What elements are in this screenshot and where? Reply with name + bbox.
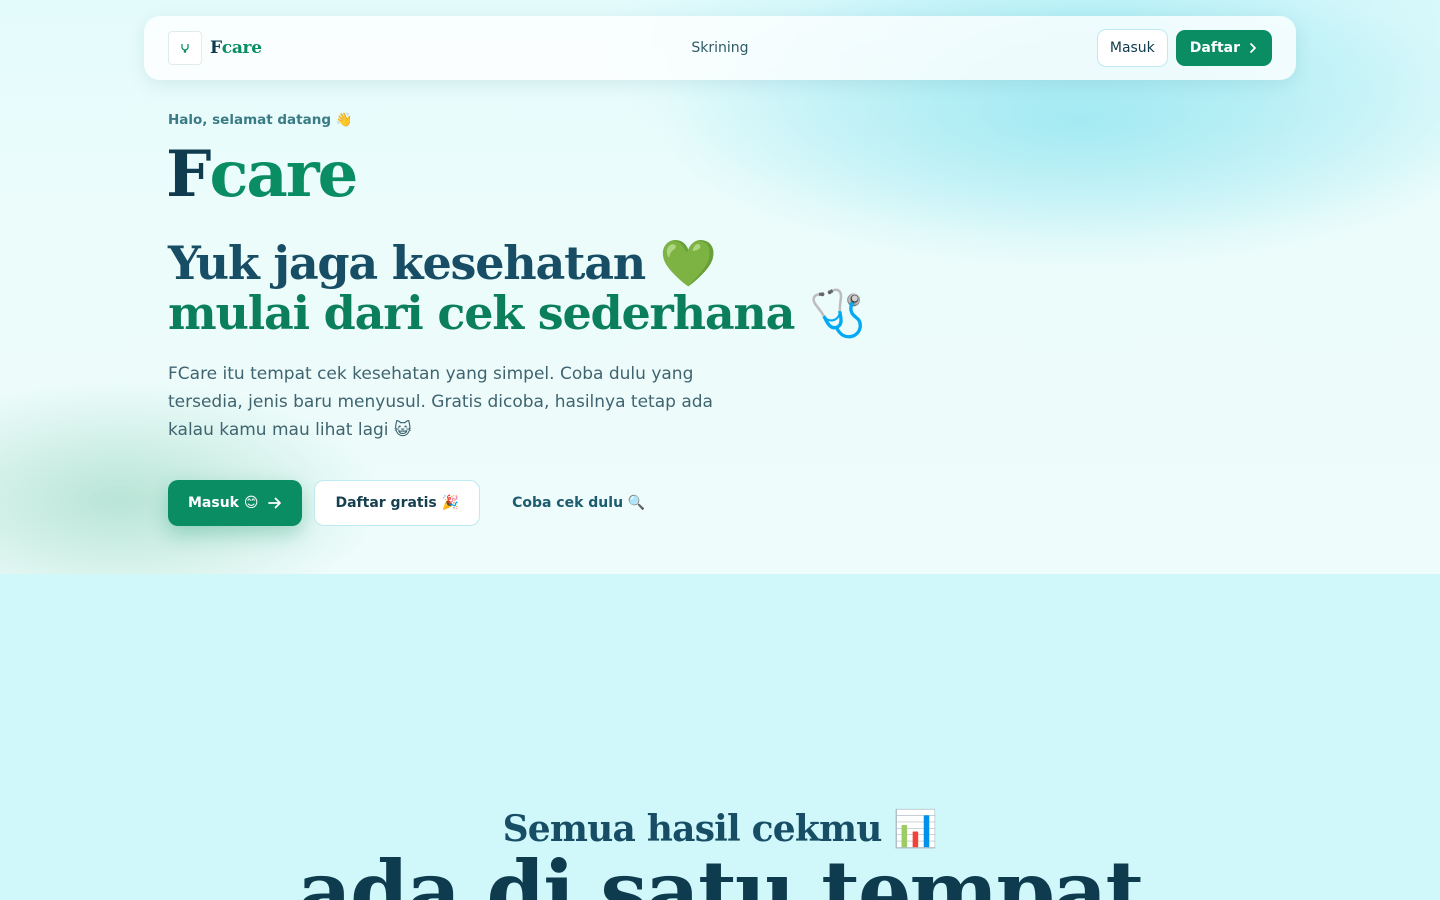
hero-title-rest: care bbox=[209, 137, 358, 212]
hero-title: Fcare bbox=[166, 137, 358, 212]
tagline-line-1: Yuk jaga kesehatan 💚 bbox=[168, 236, 717, 290]
nav-register-button[interactable]: Daftar bbox=[1175, 30, 1272, 66]
nav-login-button[interactable]: Masuk bbox=[1096, 29, 1168, 67]
hero-register-button[interactable]: Daftar gratis 🎉 bbox=[314, 480, 481, 526]
hero-login-button[interactable]: Masuk 😊 bbox=[168, 480, 303, 526]
nav-link-skrining[interactable]: Skrining bbox=[691, 40, 748, 56]
hero-title-letter: F bbox=[166, 137, 211, 212]
arrow-right-icon bbox=[268, 497, 282, 509]
hero-tagline: Yuk jaga kesehatan 💚 mulai dari cek sede… bbox=[168, 236, 866, 340]
logo-icon[interactable] bbox=[168, 31, 202, 65]
brand-rest: care bbox=[221, 38, 262, 58]
nav-register-label: Daftar bbox=[1189, 40, 1240, 56]
hero-try-button[interactable]: Coba cek dulu 🔍 bbox=[492, 480, 665, 526]
section-title: ada di satu tempat bbox=[297, 842, 1145, 900]
cta-row: Masuk 😊 Daftar gratis 🎉 Coba cek dulu 🔍 bbox=[168, 480, 665, 526]
chevron-right-icon bbox=[1250, 43, 1256, 53]
brand-name[interactable]: Fcare bbox=[210, 38, 262, 58]
results-section: Semua hasil cekmu 📊 ada di satu tempat bbox=[0, 574, 1440, 900]
hero-login-label: Masuk 😊 bbox=[188, 495, 259, 511]
navbar: Fcare Skrining Masuk Daftar bbox=[144, 16, 1296, 80]
hero-description: FCare itu tempat cek kesehatan yang simp… bbox=[168, 364, 713, 440]
tagline-line-2: mulai dari cek sederhana 🩺 bbox=[168, 286, 866, 340]
brand-letter: F bbox=[210, 38, 222, 58]
greeting: Halo, selamat datang 👋 bbox=[168, 112, 353, 128]
hero-section: Fcare Skrining Masuk Daftar Halo, selama… bbox=[0, 0, 1440, 574]
